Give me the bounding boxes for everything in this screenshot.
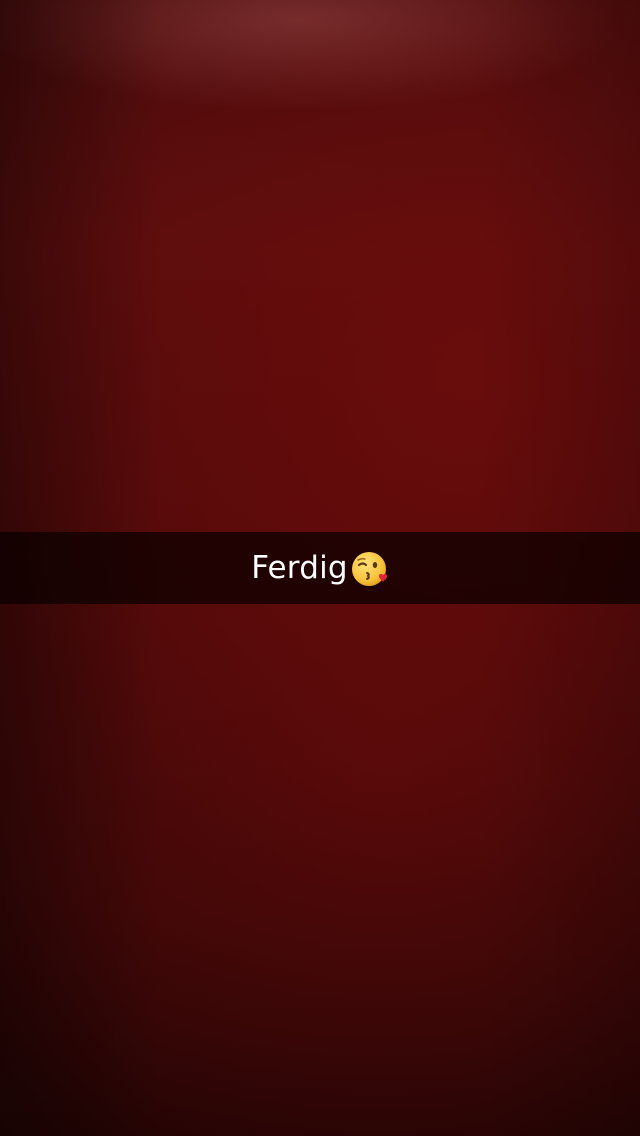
caption-text: Ferdig bbox=[251, 549, 348, 586]
caption-bar[interactable]: Ferdig bbox=[0, 532, 640, 604]
kissing-face-icon bbox=[351, 550, 389, 588]
